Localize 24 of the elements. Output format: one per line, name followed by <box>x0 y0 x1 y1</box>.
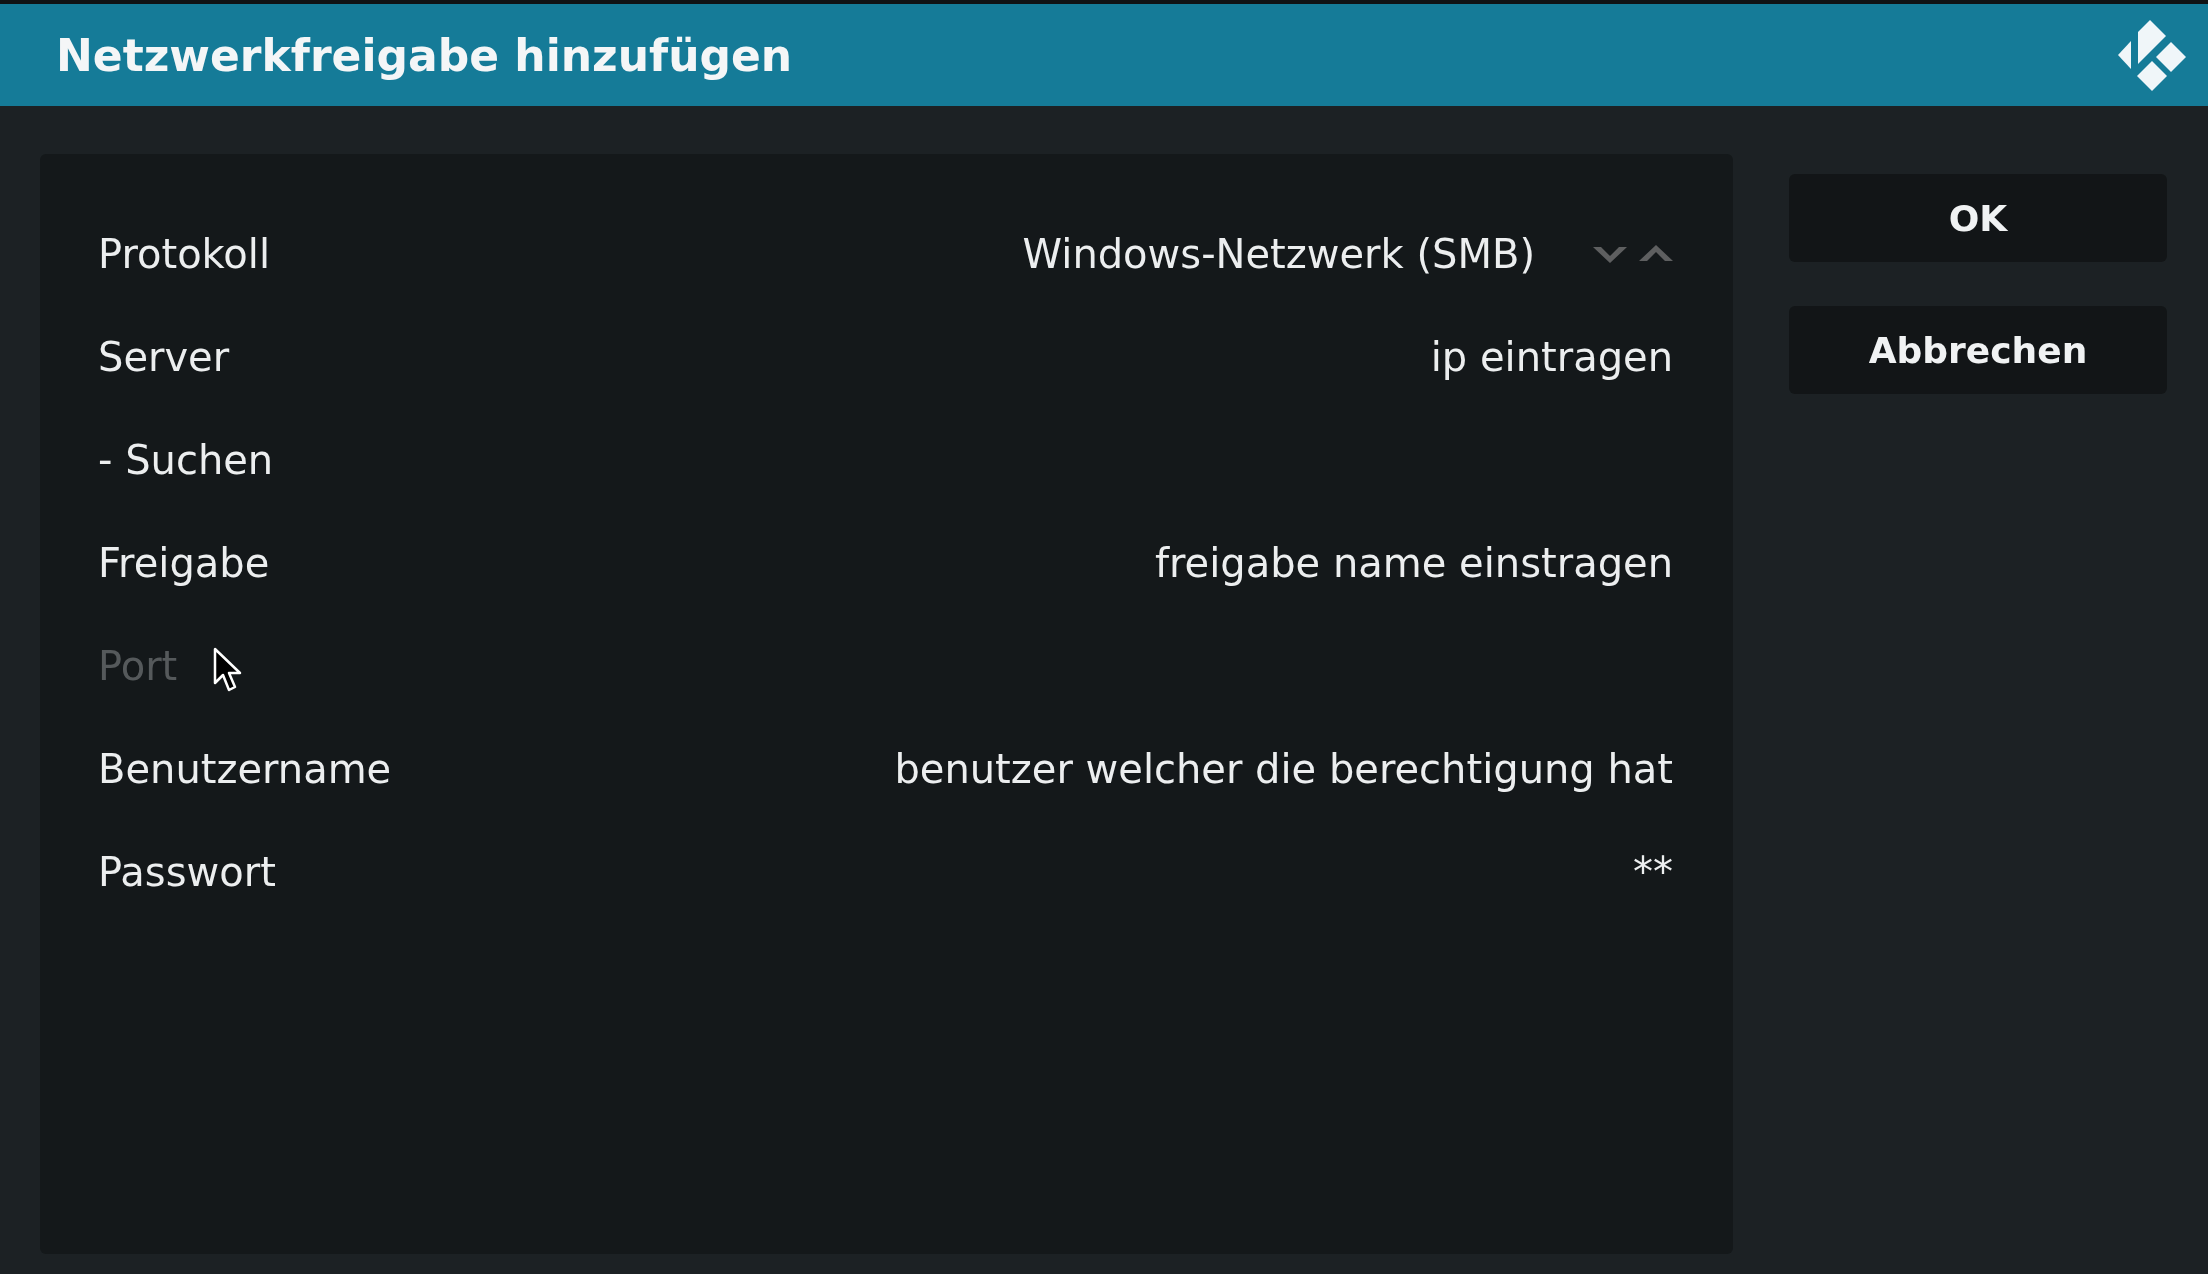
setting-label: Freigabe <box>98 539 270 586</box>
setting-value: freigabe name einstragen <box>1154 539 1673 586</box>
dialog-button[interactable]: OK <box>1789 174 2167 262</box>
dialog-button[interactable]: Abbrechen <box>1789 306 2167 394</box>
setting-label: Server <box>98 333 230 380</box>
setting-label: Passwort <box>98 848 276 895</box>
setting-label: Protokoll <box>98 230 271 277</box>
setting-label: Port <box>98 642 178 689</box>
setting-label: - Suchen <box>98 436 274 483</box>
setting-row[interactable]: Freigabe freigabe name einstragen <box>98 511 1673 614</box>
setting-row[interactable]: Server ip eintragen <box>98 305 1673 408</box>
setting-value: ip eintragen <box>1430 333 1673 380</box>
setting-row[interactable]: Benutzername benutzer welcher die berechtigung hat <box>98 717 1673 820</box>
setting-label: Benutzername <box>98 745 392 792</box>
up-arrow-icon[interactable] <box>1639 244 1673 263</box>
setting-row[interactable]: Protokoll Windows-Netzwerk (SMB) <box>98 202 1673 305</box>
dialog-title: Netzwerkfreigabe hinzufügen <box>56 29 793 81</box>
setting-value: ** <box>1633 848 1673 895</box>
setting-row[interactable]: - Suchen <box>98 408 1673 511</box>
mouse-pointer-icon <box>213 646 244 693</box>
setting-value: benutzer welcher die berechtigung hat <box>894 745 1673 792</box>
setting-row[interactable]: Passwort ** <box>98 820 1673 923</box>
down-arrow-icon[interactable] <box>1593 244 1627 263</box>
setting-value: Windows-Netzwerk (SMB) <box>1022 230 1535 277</box>
